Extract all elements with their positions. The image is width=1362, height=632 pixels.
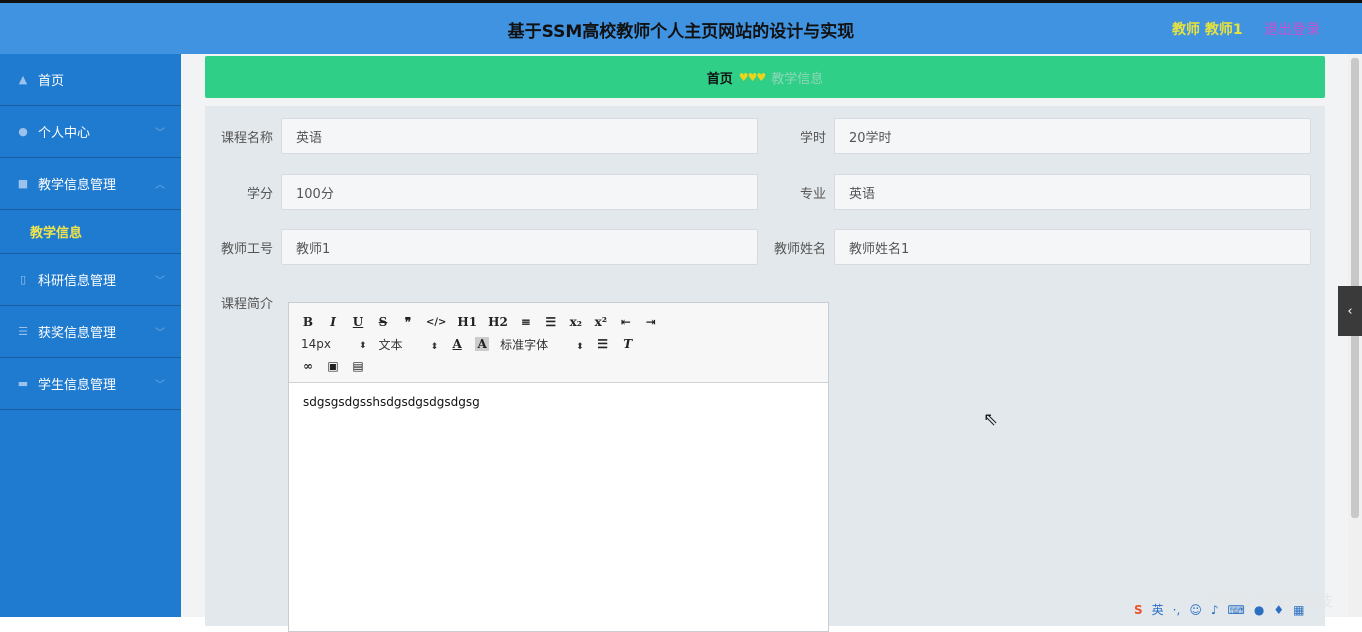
link-icon[interactable]: ∞ — [301, 359, 315, 373]
logout-link[interactable]: 退出登录 — [1264, 19, 1320, 39]
teacher-name-field[interactable]: 教师姓名1 — [834, 229, 1311, 265]
ime-lang[interactable]: 英 — [1152, 601, 1164, 618]
sliders-icon: ☰ — [18, 325, 28, 338]
chevron-left-icon[interactable]: ‹ — [1338, 286, 1362, 336]
teacher-id-label: 教师工号 — [220, 241, 273, 257]
sidebar-item-research-management[interactable]: ▯ 科研信息管理 ﹀ — [0, 254, 181, 306]
mic-icon[interactable]: ♪ — [1211, 603, 1219, 617]
teacher-id-field[interactable]: 教师1 — [281, 229, 758, 265]
breadcrumb-current: 教学信息 — [771, 71, 824, 87]
course-name-label: 课程名称 — [220, 130, 273, 146]
sidebar-item-teaching-management[interactable]: ■ 教学信息管理 ︿ — [0, 158, 181, 210]
emoji-icon[interactable]: ☺ — [1189, 603, 1202, 617]
image-icon[interactable]: ▣ — [326, 359, 340, 373]
flask-icon: ▯ — [19, 273, 27, 286]
book-icon: ■ — [17, 177, 29, 190]
site-title: 基于SSM高校教师个人主页网站的设计与实现 — [507, 22, 855, 42]
toolbar-row-selects: 14px ⬍ 文本 ⬍ A A 标准字体 ⬍ ☰ T — [301, 333, 816, 355]
text-type-select[interactable]: 文本 ⬍ — [379, 336, 439, 353]
sidebar-item-home[interactable]: ▲ 首页 — [0, 54, 181, 106]
select-caret-icon: ⬍ — [430, 341, 439, 352]
code-button[interactable]: </> — [426, 317, 446, 328]
text-type-value: 文本 — [378, 337, 403, 352]
toolbar-row-format: B I U S ❞ </> H1 H2 ≡ ☰ x₂ x² ⇤ ⇥ — [301, 311, 816, 333]
form-row-2: 学分 100分 专业 英语 — [205, 174, 1311, 210]
user-icon[interactable]: ● — [1254, 603, 1264, 617]
background-color-icon[interactable]: A — [475, 337, 490, 351]
subscript-button[interactable]: x₂ — [569, 315, 583, 329]
form-row-3: 教师工号 教师1 教师姓名 教师姓名1 — [205, 229, 1311, 265]
toolbar-row-media: ∞ ▣ ▤ — [301, 355, 816, 377]
briefcase-icon: ▬ — [17, 377, 29, 390]
font-size-select[interactable]: 14px ⬍ — [301, 337, 367, 351]
intro-label: 课程简介 — [220, 296, 273, 312]
hours-label: 学时 — [799, 130, 826, 146]
rich-text-editor: B I U S ❞ </> H1 H2 ≡ ☰ x₂ x² ⇤ ⇥ 14px ⬍ … — [288, 302, 829, 632]
sogou-logo-icon: S — [1134, 602, 1143, 617]
teacher-name-label: 教师姓名 — [773, 241, 826, 257]
font-family-select[interactable]: 标准字体 ⬍ — [500, 336, 584, 353]
h1-button[interactable]: H1 — [457, 315, 477, 329]
ime-toolbar: S 英 ·, ☺ ♪ ⌨ ● ♦ ▦ — [1134, 601, 1348, 618]
strike-button[interactable]: S — [376, 315, 390, 329]
editor-content[interactable]: sdgsgsdgsshsdgsdgsdgsdgsg — [289, 383, 828, 421]
select-caret-icon: ⬍ — [359, 341, 367, 351]
sidebar-item-label: 首页 — [38, 74, 65, 89]
sidebar-item-personal-center[interactable]: ● 个人中心 ﹀ — [0, 106, 181, 158]
course-name-field[interactable]: 英语 — [281, 118, 758, 154]
align-icon[interactable]: ☰ — [596, 337, 610, 351]
superscript-button[interactable]: x² — [594, 315, 608, 329]
sidebar-subitem-teaching-info[interactable]: 教学信息 — [0, 210, 181, 254]
sidebar-item-label: 科研信息管理 — [38, 274, 117, 289]
form-row-4: 课程简介 — [205, 284, 281, 320]
form-row-1: 课程名称 英语 学时 20学时 — [205, 118, 1311, 154]
heart-separator-icon: ♥♥♥ — [738, 70, 767, 84]
editor-toolbar: B I U S ❞ </> H1 H2 ≡ ☰ x₂ x² ⇤ ⇥ 14px ⬍ … — [289, 303, 828, 383]
indent-button[interactable]: ⇥ — [644, 315, 658, 329]
top-header: 基于SSM高校教师个人主页网站的设计与实现 教师 教师1 退出登录 — [0, 0, 1362, 54]
font-size-value: 14px — [301, 337, 331, 351]
italic-button[interactable]: I — [326, 315, 340, 329]
major-field[interactable]: 英语 — [834, 174, 1311, 210]
sidebar-item-label: 教学信息管理 — [38, 178, 117, 193]
user-label: 教师 教师1 — [1172, 22, 1243, 38]
outdent-button[interactable]: ⇤ — [619, 315, 633, 329]
clear-format-icon[interactable]: T — [621, 337, 635, 351]
chevron-up-icon: ︿ — [155, 180, 165, 191]
font-family-value: 标准字体 — [500, 337, 549, 352]
sidebar-item-label: 个人中心 — [38, 126, 91, 141]
grid-icon[interactable]: ▦ — [1293, 603, 1304, 617]
video-icon[interactable]: ▤ — [351, 359, 365, 373]
sidebar-item-label: 获奖信息管理 — [38, 326, 117, 341]
home-icon: ▲ — [18, 73, 28, 86]
credit-label: 学分 — [246, 186, 273, 202]
hours-field[interactable]: 20学时 — [834, 118, 1311, 154]
bold-button[interactable]: B — [301, 315, 315, 329]
user-icon: ● — [18, 125, 28, 138]
chevron-down-icon: ﹀ — [155, 328, 165, 339]
skin-icon[interactable]: ♦ — [1273, 603, 1284, 617]
chevron-down-icon: ﹀ — [155, 128, 165, 139]
h2-button[interactable]: H2 — [488, 315, 508, 329]
sidebar-item-award-management[interactable]: ☰ 获奖信息管理 ﹀ — [0, 306, 181, 358]
breadcrumb: 首页 ♥♥♥ 教学信息 — [205, 56, 1325, 98]
major-label: 专业 — [799, 186, 826, 202]
credit-field[interactable]: 100分 — [281, 174, 758, 210]
keyboard-icon[interactable]: ⌨ — [1228, 603, 1245, 617]
bullet-list-button[interactable]: ☰ — [544, 315, 558, 329]
ordered-list-button[interactable]: ≡ — [519, 315, 533, 329]
sidebar-item-student-management[interactable]: ▬ 学生信息管理 ﹀ — [0, 358, 181, 410]
font-color-icon[interactable]: A — [450, 337, 464, 351]
blockquote-button[interactable]: ❞ — [401, 315, 415, 329]
breadcrumb-home[interactable]: 首页 — [707, 68, 733, 87]
select-caret-icon: ⬍ — [576, 341, 584, 352]
chevron-down-icon: ﹀ — [155, 380, 165, 391]
mouse-cursor-icon: ⇖ — [983, 409, 999, 430]
sidebar-item-label: 学生信息管理 — [38, 378, 117, 393]
chevron-down-icon: ﹀ — [155, 276, 165, 287]
sidebar: ▲ 首页 ● 个人中心 ﹀ ■ 教学信息管理 ︿ 教学信息 ▯ 科研信息管理 ﹀… — [0, 54, 181, 617]
punct-icon[interactable]: ·, — [1173, 603, 1181, 617]
underline-button[interactable]: U — [351, 315, 365, 329]
main-content: 首页 ♥♥♥ 教学信息 课程名称 英语 学时 20学时 学分 100分 专业 英… — [181, 54, 1348, 632]
